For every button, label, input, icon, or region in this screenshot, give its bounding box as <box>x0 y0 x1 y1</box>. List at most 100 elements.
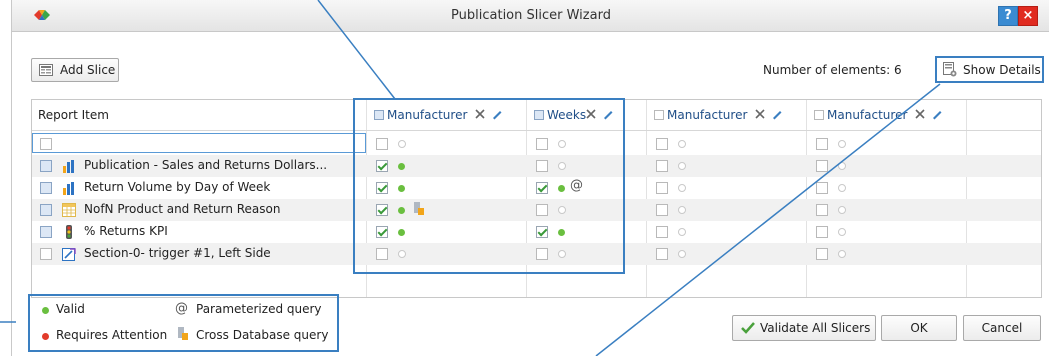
status-dot-icon <box>838 228 846 236</box>
status-dot-icon <box>678 140 686 148</box>
row-checkbox[interactable] <box>40 182 52 194</box>
row-checkbox[interactable] <box>40 160 52 172</box>
section-trigger-icon <box>62 248 76 261</box>
status-dot-icon <box>558 162 566 170</box>
edit-column-icon[interactable] <box>771 108 783 120</box>
traffic-light-icon <box>66 225 72 239</box>
status-dot-icon <box>678 206 686 214</box>
column-header-checkbox[interactable] <box>374 110 384 120</box>
slicer-checkbox[interactable] <box>376 160 388 172</box>
column-header-label: Manufacturer <box>667 108 748 122</box>
report-item-header: Report Item <box>38 108 109 122</box>
number-of-elements: Number of elements: 6 <box>763 63 902 77</box>
slicer-checkbox[interactable] <box>816 204 828 216</box>
status-dot-icon <box>558 206 566 214</box>
table-row: Publication - Sales and Returns Dollars.… <box>32 155 1041 177</box>
slicer-checkbox[interactable] <box>536 204 548 216</box>
column-header-checkbox[interactable] <box>534 110 544 120</box>
slicer-checkbox[interactable] <box>536 248 548 260</box>
attention-dot-icon <box>42 333 49 340</box>
column-header-label: Weeks <box>547 108 587 122</box>
row-checkbox[interactable] <box>40 204 52 216</box>
report-item-label: Section-0- trigger #1, Left Side <box>84 246 271 260</box>
close-button[interactable]: × <box>1018 6 1038 26</box>
publication-slicer-wizard-dialog: Publication Slicer Wizard ? × Add Slice … <box>11 0 1049 356</box>
slicer-checkbox[interactable] <box>656 138 668 150</box>
add-slice-button[interactable]: Add Slice <box>31 58 119 82</box>
slicer-checkbox[interactable] <box>376 248 388 260</box>
valid-dot-icon <box>558 185 565 192</box>
remove-column-icon[interactable] <box>474 108 486 120</box>
report-item-label: % Returns KPI <box>84 224 168 238</box>
slicer-checkbox[interactable] <box>656 226 668 238</box>
slicer-checkbox[interactable] <box>376 204 388 216</box>
slicer-checkbox[interactable] <box>816 182 828 194</box>
legend-cross-db-label: Cross Database query <box>196 328 329 342</box>
table-row: Section-0- trigger #1, Left Side <box>32 243 1041 265</box>
slicer-checkbox[interactable] <box>656 204 668 216</box>
valid-dot-icon <box>398 185 405 192</box>
help-button[interactable]: ? <box>998 6 1018 26</box>
legend: Valid @ Parameterized query Requires Att… <box>28 294 339 352</box>
slicer-checkbox[interactable] <box>376 182 388 194</box>
remove-column-icon[interactable] <box>914 108 926 120</box>
row-checkbox[interactable] <box>40 226 52 238</box>
edit-column-icon[interactable] <box>491 108 503 120</box>
slicer-checkbox[interactable] <box>656 160 668 172</box>
status-dot-icon <box>398 250 406 258</box>
column-header-checkbox[interactable] <box>814 110 824 120</box>
valid-dot-icon <box>398 207 405 214</box>
status-dot-icon <box>678 162 686 170</box>
valid-dot-icon <box>558 229 565 236</box>
slicer-checkbox[interactable] <box>376 226 388 238</box>
legend-requires-attention-label: Requires Attention <box>56 328 168 342</box>
edit-column-icon[interactable] <box>602 108 614 120</box>
status-dot-icon <box>838 162 846 170</box>
remove-column-icon[interactable] <box>585 108 597 120</box>
status-dot-icon <box>838 140 846 148</box>
ok-button[interactable]: OK <box>881 315 957 341</box>
slicer-checkbox[interactable] <box>816 160 828 172</box>
slicer-checkbox[interactable] <box>536 182 548 194</box>
slicer-checkbox[interactable] <box>536 160 548 172</box>
slicer-checkbox[interactable] <box>816 138 828 150</box>
edit-column-icon[interactable] <box>931 108 943 120</box>
table-row: NofN Product and Return Reason <box>32 199 1041 221</box>
status-dot-icon <box>558 140 566 148</box>
add-slice-label: Add Slice <box>60 63 116 77</box>
row-checkbox[interactable] <box>40 138 52 150</box>
status-dot-icon <box>678 250 686 258</box>
slicer-grid: Report Item Manufacturer Weeks Manufacture… <box>31 99 1042 298</box>
at-sign-icon: @ <box>570 178 583 193</box>
new-row-editor[interactable] <box>32 133 366 153</box>
slicer-checkbox[interactable] <box>816 226 828 238</box>
status-dot-icon <box>558 250 566 258</box>
slicer-checkbox[interactable] <box>656 182 668 194</box>
cancel-button[interactable]: Cancel <box>963 315 1041 341</box>
grid-report-icon <box>62 203 76 217</box>
status-dot-icon <box>838 184 846 192</box>
slicer-checkbox[interactable] <box>816 248 828 260</box>
report-item-label: Publication - Sales and Returns Dollars.… <box>84 158 328 172</box>
validate-all-slicers-button[interactable]: Validate All Slicers <box>732 315 876 341</box>
title-bar: Publication Slicer Wizard ? × <box>12 0 1049 32</box>
table-row <box>32 133 1041 155</box>
column-header-checkbox[interactable] <box>654 110 664 120</box>
legend-valid-label: Valid <box>56 302 85 316</box>
slicer-checkbox[interactable] <box>536 226 548 238</box>
remove-column-icon[interactable] <box>754 108 766 120</box>
status-dot-icon <box>678 228 686 236</box>
checkmark-icon <box>741 322 755 334</box>
show-details-button[interactable]: Show Details <box>935 56 1044 83</box>
report-item-label: NofN Product and Return Reason <box>84 202 281 216</box>
table-row: % Returns KPI <box>32 221 1041 243</box>
slicer-checkbox[interactable] <box>536 138 548 150</box>
row-checkbox[interactable] <box>40 248 52 260</box>
valid-dot-icon <box>42 307 49 314</box>
cross-database-icon <box>414 202 424 215</box>
slicer-checkbox[interactable] <box>656 248 668 260</box>
show-details-icon <box>943 62 957 77</box>
add-slice-icon <box>39 64 53 76</box>
slicer-checkbox[interactable] <box>376 138 388 150</box>
validate-all-label: Validate All Slicers <box>760 321 871 335</box>
